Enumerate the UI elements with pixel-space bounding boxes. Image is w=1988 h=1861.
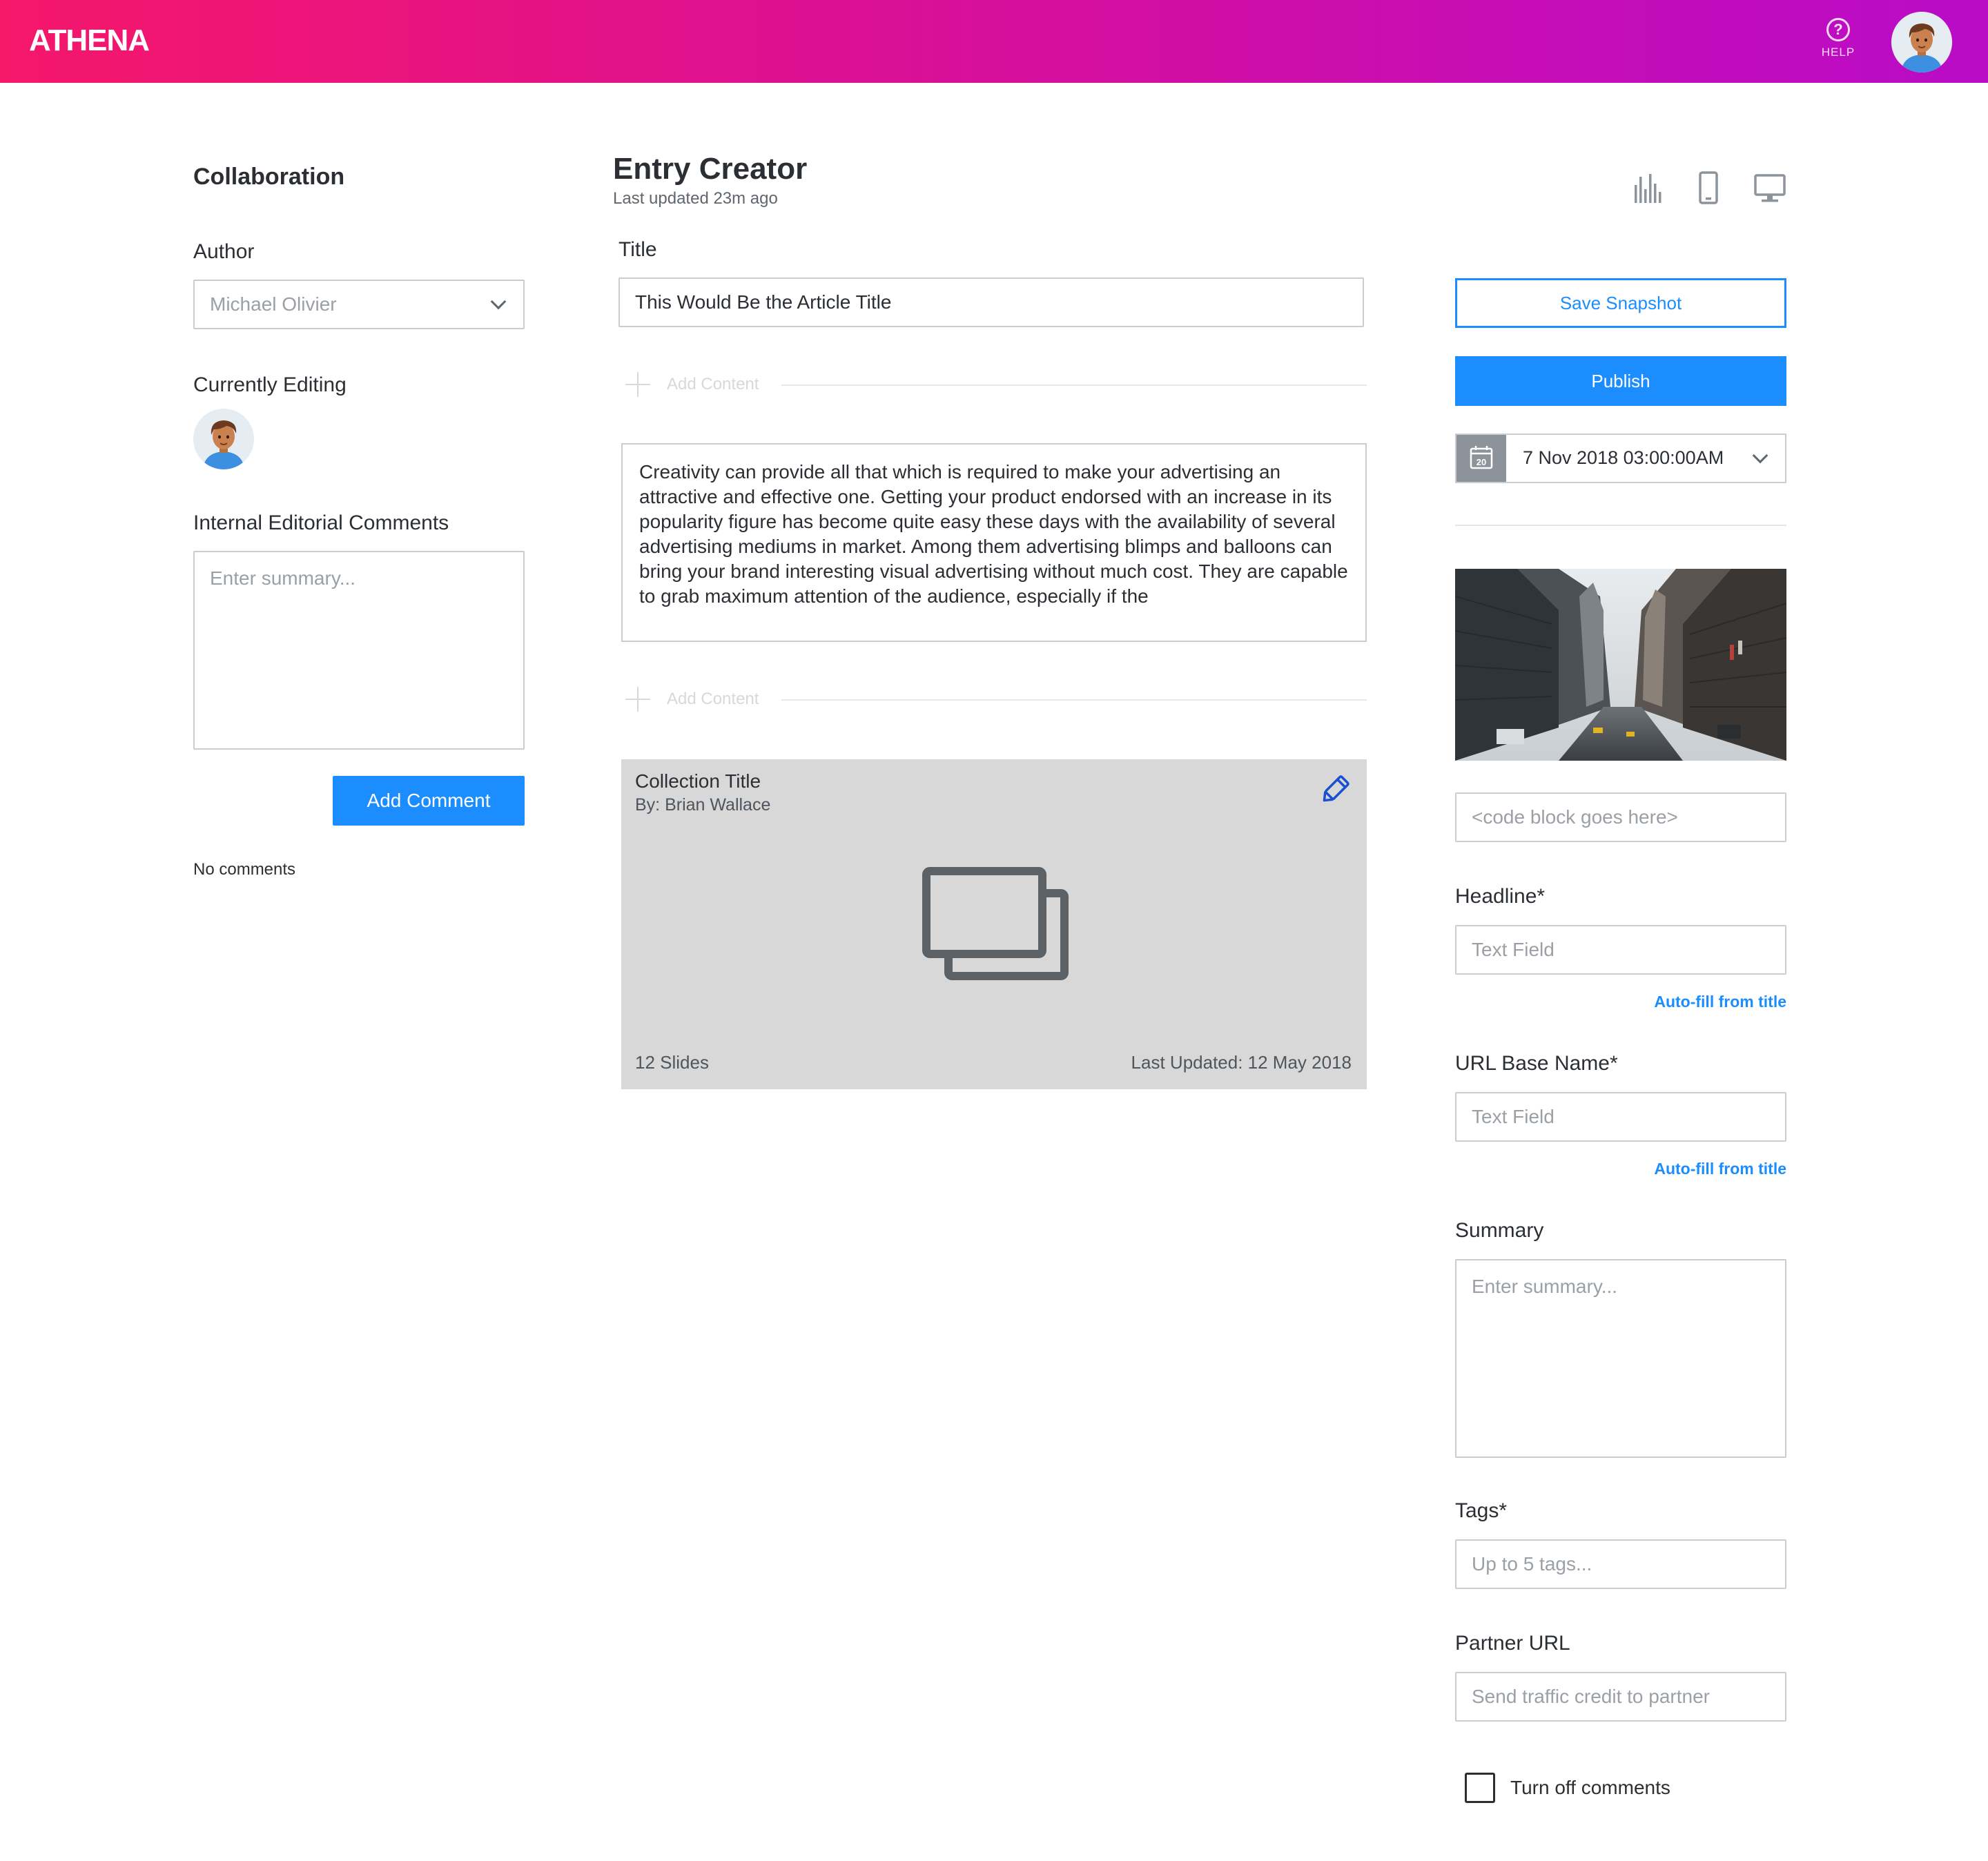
- title-label: Title: [618, 238, 657, 261]
- autofill-url-link[interactable]: Auto-fill from title: [1455, 1160, 1786, 1178]
- collection-title: Collection Title: [635, 770, 761, 792]
- slideshow-icon: [922, 867, 1069, 980]
- tags-label: Tags*: [1455, 1499, 1508, 1522]
- url-base-name-placeholder: Text Field: [1472, 1106, 1555, 1127]
- internal-comments-label: Internal Editorial Comments: [193, 511, 449, 534]
- calendar-icon[interactable]: 20: [1456, 435, 1506, 482]
- url-base-name-input[interactable]: Text Field: [1455, 1092, 1786, 1142]
- add-content-row[interactable]: Add Content: [618, 369, 1367, 401]
- featured-image[interactable]: [1455, 569, 1786, 761]
- add-content-row[interactable]: Add Content: [618, 684, 1367, 716]
- divider: [781, 699, 1367, 701]
- chevron-down-icon: [1752, 447, 1768, 464]
- summary-label: Summary: [1455, 1219, 1544, 1242]
- save-snapshot-button[interactable]: Save Snapshot: [1455, 278, 1786, 328]
- code-block-placeholder: <code block goes here>: [1472, 806, 1678, 828]
- title-input-value: This Would Be the Article Title: [635, 291, 892, 313]
- mobile-view-icon[interactable]: [1698, 171, 1719, 204]
- headline-placeholder: Text Field: [1472, 939, 1555, 960]
- plus-icon[interactable]: [625, 372, 650, 397]
- divider: [1455, 525, 1786, 526]
- city-street-photo: [1455, 569, 1786, 761]
- add-comment-button[interactable]: Add Comment: [333, 776, 525, 826]
- editor-avatar: [193, 409, 254, 469]
- tags-input[interactable]: Up to 5 tags...: [1455, 1539, 1786, 1589]
- plus-icon[interactable]: [625, 687, 650, 712]
- collection-slide-count: 12 Slides: [635, 1052, 709, 1073]
- publish-date-value: 7 Nov 2018 03:00:00AM: [1523, 447, 1724, 468]
- collection-card[interactable]: Collection Title By: Brian Wallace 12 Sl…: [621, 759, 1367, 1089]
- autofill-headline-link[interactable]: Auto-fill from title: [1455, 993, 1786, 1011]
- top-navigation-bar: ATHENA ? HELP: [0, 0, 1988, 83]
- analytics-icon[interactable]: [1633, 171, 1662, 204]
- publish-date-picker[interactable]: 20 7 Nov 2018 03:00:00AM: [1455, 433, 1786, 483]
- turn-off-comments-label[interactable]: Turn off comments: [1510, 1777, 1670, 1799]
- collection-last-updated: Last Updated: 12 May 2018: [1131, 1052, 1352, 1073]
- athena-logo[interactable]: ATHENA: [29, 23, 150, 58]
- partner-url-label: Partner URL: [1455, 1632, 1570, 1655]
- page-title: Entry Creator: [613, 152, 808, 186]
- calendar-day: 20: [1477, 457, 1486, 467]
- publish-button[interactable]: Publish: [1455, 356, 1786, 406]
- add-content-label[interactable]: Add Content: [667, 690, 759, 709]
- no-comments-text: No comments: [193, 860, 296, 879]
- pencil-icon[interactable]: [1318, 773, 1352, 806]
- avatar-illustration: [1891, 12, 1952, 72]
- help-button[interactable]: ? HELP: [1815, 18, 1861, 59]
- headline-input[interactable]: Text Field: [1455, 925, 1786, 975]
- turn-off-comments-checkbox[interactable]: [1465, 1773, 1495, 1803]
- internal-comments-textarea[interactable]: Enter summary...: [193, 551, 525, 750]
- user-avatar[interactable]: [1891, 12, 1952, 72]
- collaboration-heading: Collaboration: [193, 164, 345, 190]
- help-label: HELP: [1821, 46, 1855, 59]
- author-select-value: Michael Olivier: [210, 293, 337, 315]
- url-base-name-label: URL Base Name*: [1455, 1052, 1618, 1075]
- author-label: Author: [193, 240, 255, 263]
- help-icon: ?: [1826, 18, 1850, 41]
- partner-url-placeholder: Send traffic credit to partner: [1472, 1686, 1710, 1707]
- divider: [781, 384, 1367, 386]
- tags-placeholder: Up to 5 tags...: [1472, 1553, 1592, 1575]
- collection-author: By: Brian Wallace: [635, 795, 771, 815]
- title-input[interactable]: This Would Be the Article Title: [618, 277, 1364, 327]
- summary-textarea[interactable]: Enter summary...: [1455, 1259, 1786, 1458]
- code-block-input[interactable]: <code block goes here>: [1455, 792, 1786, 842]
- headline-label: Headline*: [1455, 885, 1546, 908]
- desktop-view-icon[interactable]: [1753, 171, 1786, 204]
- chevron-down-icon: [490, 293, 507, 310]
- partner-url-input[interactable]: Send traffic credit to partner: [1455, 1672, 1786, 1722]
- summary-placeholder: Enter summary...: [1472, 1276, 1618, 1297]
- add-content-label[interactable]: Add Content: [667, 375, 759, 394]
- body-text-block[interactable]: Creativity can provide all that which is…: [621, 443, 1367, 642]
- editor-avatar-illustration: [193, 409, 254, 469]
- author-select[interactable]: Michael Olivier: [193, 280, 525, 329]
- last-updated-text: Last updated 23m ago: [613, 189, 778, 208]
- comments-placeholder: Enter summary...: [210, 567, 356, 589]
- currently-editing-label: Currently Editing: [193, 373, 347, 396]
